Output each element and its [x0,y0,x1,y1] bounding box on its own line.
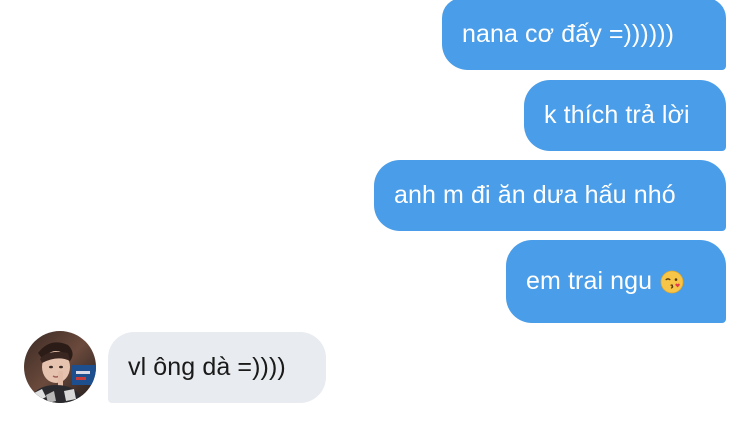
message-text: k thích trả lời [544,101,690,129]
contact-avatar[interactable] [24,331,96,403]
message-text: anh m đi ăn dưa hấu nhó [394,181,676,209]
message-text: em trai ngu [526,267,653,295]
incoming-message-bubble[interactable]: vl ông dà =)))) [108,332,326,403]
outgoing-message-bubble[interactable]: nana cơ đấy =)))))) [442,0,726,70]
outgoing-message-bubble[interactable]: em trai ngu [506,240,726,323]
message-text: nana cơ đấy =)))))) [462,19,675,48]
outgoing-message-bubble[interactable]: k thích trả lời [524,80,726,151]
message-text: vl ông dà =)))) [128,353,286,381]
outgoing-message-bubble[interactable]: anh m đi ăn dưa hấu nhó [374,160,726,231]
face-blowing-a-kiss-emoji-icon [660,270,684,294]
